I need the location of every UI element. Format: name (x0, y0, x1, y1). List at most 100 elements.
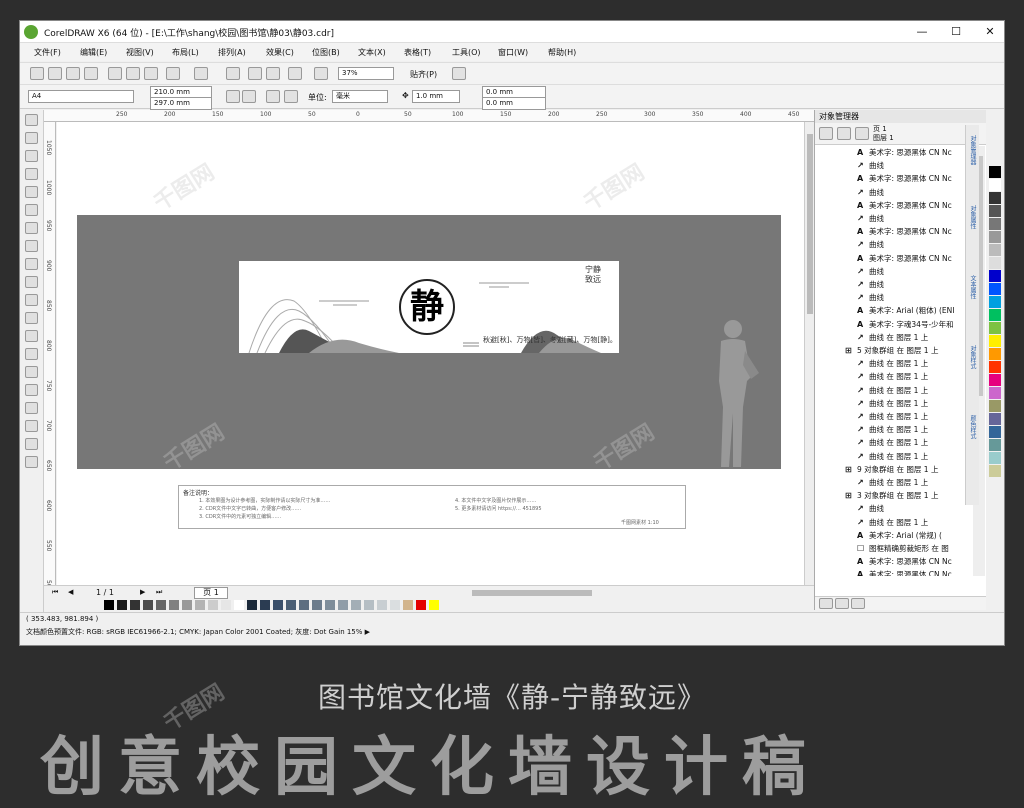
color-swatch[interactable] (208, 600, 218, 610)
object-tree-item[interactable]: A 美术字: 思源黑体 CN Nc (857, 252, 952, 265)
connector-tool-icon[interactable] (25, 348, 38, 360)
polygon-tool-icon[interactable] (25, 258, 38, 270)
duplicate-y-field[interactable]: 0.0 mm (482, 97, 546, 110)
next-page-icon[interactable]: ▶ (140, 588, 145, 596)
page-size-select[interactable]: A4 (28, 90, 134, 103)
menu-window[interactable]: 窗口(W) (498, 47, 528, 58)
ellipse-tool-icon[interactable] (25, 240, 38, 252)
color-swatch[interactable] (989, 192, 1001, 204)
blend-tool-icon[interactable] (25, 366, 38, 378)
menu-edit[interactable]: 编辑(E) (80, 47, 107, 58)
all-pages-icon[interactable] (266, 90, 280, 103)
color-swatch[interactable] (182, 600, 192, 610)
object-tree-item[interactable]: A 美术字: 思源黑体 CN Nc (857, 146, 952, 159)
side-tab-color-styles[interactable]: 颜色样式 (968, 415, 977, 439)
maximize-button[interactable]: ☐ (944, 24, 968, 40)
new-layer-icon[interactable] (819, 598, 833, 609)
first-page-icon[interactable]: ⏮ (52, 588, 58, 597)
object-tree-item[interactable]: ↗ 曲线 在 图层 1 上 (857, 450, 928, 463)
object-tree-item[interactable]: ↗ 曲线 (857, 238, 884, 251)
menu-help[interactable]: 帮助(H) (548, 47, 576, 58)
edit-across-layers-icon[interactable] (837, 127, 851, 140)
h-scroll-thumb[interactable] (472, 590, 592, 596)
shape-tool-icon[interactable] (25, 132, 38, 144)
object-tree-item[interactable]: ↗ 曲线 在 图层 1 上 (857, 370, 928, 383)
object-tree-item[interactable]: A 美术字: Arial (粗体) (ENI (857, 304, 955, 317)
outline-tool-icon[interactable] (25, 420, 38, 432)
side-tab-object-manager[interactable]: 对象管理器 (968, 135, 977, 165)
copy-icon[interactable] (126, 67, 140, 80)
object-tree-item[interactable]: A 美术字: 思源黑体 CN Nc (857, 199, 952, 212)
pick-tool-icon[interactable] (25, 114, 38, 126)
cut-icon[interactable] (108, 67, 122, 80)
close-button[interactable]: ✕ (978, 24, 1002, 40)
color-swatch[interactable] (325, 600, 335, 610)
color-swatch[interactable] (989, 166, 1001, 178)
landscape-icon[interactable] (242, 90, 256, 103)
color-swatch[interactable] (989, 335, 1001, 347)
object-tree-item[interactable]: ↗ 曲线 (857, 291, 884, 304)
color-swatch[interactable] (104, 600, 114, 610)
object-tree-item[interactable]: ⊞ 9 对象群组 在 图层 1 上 (845, 463, 938, 476)
color-swatch[interactable] (989, 465, 1001, 477)
color-swatch[interactable] (989, 452, 1001, 464)
smart-fill-tool-icon[interactable] (25, 204, 38, 216)
object-tree-item[interactable]: ↗ 曲线 (857, 502, 884, 515)
color-swatch[interactable] (989, 231, 1001, 243)
search-content-icon[interactable] (226, 67, 240, 80)
object-tree-item[interactable]: ↗ 曲线 (857, 212, 884, 225)
menu-text[interactable]: 文本(X) (358, 47, 386, 58)
color-swatch[interactable] (286, 600, 296, 610)
new-master-layer-icon[interactable] (835, 598, 849, 609)
options-icon[interactable] (452, 67, 466, 80)
text-tool-icon[interactable] (25, 294, 38, 306)
import-icon[interactable] (248, 67, 262, 80)
object-tree-item[interactable]: ↗ 曲线 在 图层 1 上 (857, 436, 928, 449)
color-swatch[interactable] (234, 600, 244, 610)
color-swatch[interactable] (247, 600, 257, 610)
nudge-distance-field[interactable]: 1.0 mm (412, 90, 460, 103)
units-select[interactable]: 毫米 (332, 90, 388, 103)
menu-arrange[interactable]: 排列(A) (218, 47, 246, 58)
color-swatch[interactable] (273, 600, 283, 610)
portrait-icon[interactable] (226, 90, 240, 103)
color-swatch[interactable] (169, 600, 179, 610)
status-color-profile[interactable]: 文档颜色预置文件: RGB: sRGB IEC61966-2.1; CMYK: … (20, 626, 1004, 640)
menu-view[interactable]: 视图(V) (126, 47, 154, 58)
publish-pdf-icon[interactable] (288, 67, 302, 80)
color-swatch[interactable] (312, 600, 322, 610)
paste-icon[interactable] (144, 67, 158, 80)
color-swatch[interactable] (989, 218, 1001, 230)
color-swatch[interactable] (989, 205, 1001, 217)
minimize-button[interactable]: — (910, 24, 934, 40)
snap-to-dropdown[interactable]: 贴齐(P) (410, 69, 437, 80)
object-tree-item[interactable]: A 美术字: 字魂34号-少年和 (857, 318, 954, 331)
object-tree-item[interactable]: ☐ 图框精确剪裁矩形 在 图 (857, 542, 949, 555)
eyedropper-tool-icon[interactable] (25, 402, 38, 414)
object-tree-item[interactable]: ↗ 曲线 (857, 278, 884, 291)
print-icon[interactable] (84, 67, 98, 80)
object-tree-item[interactable]: ↗ 曲线 在 图层 1 上 (857, 384, 928, 397)
freehand-tool-icon[interactable] (25, 186, 38, 198)
horizontal-ruler[interactable]: 250 200 150 100 50 0 50 100 150 200 250 300 350 400 45… (44, 110, 895, 122)
side-tab-text-properties[interactable]: 文本属性 (968, 275, 977, 299)
table-tool-icon[interactable] (25, 312, 38, 324)
color-swatch[interactable] (989, 283, 1001, 295)
undo-icon[interactable] (166, 67, 180, 80)
side-tab-object-properties[interactable]: 对象属性 (968, 205, 977, 229)
color-swatch[interactable] (989, 387, 1001, 399)
object-tree-item[interactable]: ↗ 曲线 (857, 186, 884, 199)
object-tree-item[interactable]: ↗ 曲线 在 图层 1 上 (857, 410, 928, 423)
page-tab[interactable]: 页 1 (194, 587, 228, 599)
color-swatch[interactable] (364, 600, 374, 610)
object-tree-item[interactable]: ↗ 曲线 (857, 265, 884, 278)
redo-icon[interactable] (194, 67, 208, 80)
color-swatch[interactable] (989, 309, 1001, 321)
prev-page-icon[interactable]: ◀ (68, 588, 73, 596)
object-tree-item[interactable]: A 美术字: 思源黑体 CN Nc (857, 172, 952, 185)
color-swatch[interactable] (989, 439, 1001, 451)
color-swatch[interactable] (156, 600, 166, 610)
object-tree-item[interactable]: ↗ 曲线 (857, 159, 884, 172)
notes-panel[interactable]: 备注说明： 1. 本效果图为设计参考图，实际制作请以实际尺寸为准…… 2. CD… (178, 485, 686, 529)
scroll-thumb[interactable] (807, 134, 813, 314)
